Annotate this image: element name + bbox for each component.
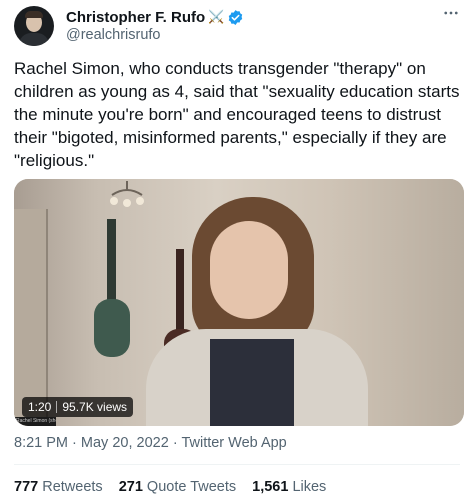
crossed-swords-emoji: ⚔️: [208, 9, 225, 24]
retweets-label: Retweets: [42, 479, 103, 495]
divider: [14, 464, 460, 465]
tweet-time[interactable]: 8:21 PM: [14, 435, 68, 451]
retweets-count: 777: [14, 479, 39, 495]
likes-count: 1,561: [252, 479, 289, 495]
more-options-icon[interactable]: [442, 4, 460, 27]
tweet-date[interactable]: May 20, 2022: [81, 435, 169, 451]
meta-separator: ·: [72, 435, 77, 451]
guitar-neck-shape-2: [176, 249, 184, 334]
author-handle[interactable]: @realchrisrufo: [66, 27, 161, 43]
likes-stat[interactable]: 1,561 Likes: [252, 479, 326, 495]
tweet-text: Rachel Simon, who conducts transgender "…: [14, 59, 460, 170]
video-door-shape: [14, 209, 48, 426]
video-name-caption: Rachel Simon (she/her): [14, 417, 56, 426]
badge-separator: [56, 401, 58, 413]
likes-label: Likes: [292, 479, 327, 495]
video-duration-badge: 1:20 95.7K views: [22, 397, 134, 417]
video-duration: 1:20: [28, 400, 52, 414]
person-face-shape: [210, 221, 288, 319]
quote-tweets-label: Quote Tweets: [146, 479, 237, 495]
tweet-header: Christopher F. Rufo ⚔️ @realchrisrufo: [14, 6, 460, 46]
video-views: 95.7K views: [62, 400, 128, 414]
tweet-stats: 777 Retweets 271 Quote Tweets 1,561 Like…: [14, 479, 326, 495]
avatar-body-shape: [19, 33, 49, 46]
person-shirt-shape: [210, 339, 294, 426]
guitar-neck-shape: [107, 219, 116, 304]
author-name-row: Christopher F. Rufo ⚔️: [66, 7, 244, 27]
verified-badge-icon: [229, 9, 243, 25]
author-name[interactable]: Christopher F. Rufo: [66, 9, 205, 26]
guitar-body-shape: [94, 299, 130, 357]
meta-separator-2: ·: [172, 435, 178, 451]
video-player[interactable]: Rachel Simon (she/her) 1:20 95.7K views: [14, 179, 464, 426]
avatar[interactable]: [14, 6, 54, 46]
avatar-hair-shape: [25, 11, 43, 18]
ceiling-lamp-shape: [110, 181, 144, 207]
tweet-source: Twitter Web App: [181, 435, 287, 451]
quote-tweets-count: 271: [118, 479, 143, 495]
retweets-stat[interactable]: 777 Retweets: [14, 479, 103, 495]
quote-tweets-stat[interactable]: 271 Quote Tweets: [119, 479, 236, 495]
more-dots-glyph: [444, 11, 458, 15]
tweet-metadata: 8:21 PM · May 20, 2022 · Twitter Web App: [14, 435, 287, 451]
